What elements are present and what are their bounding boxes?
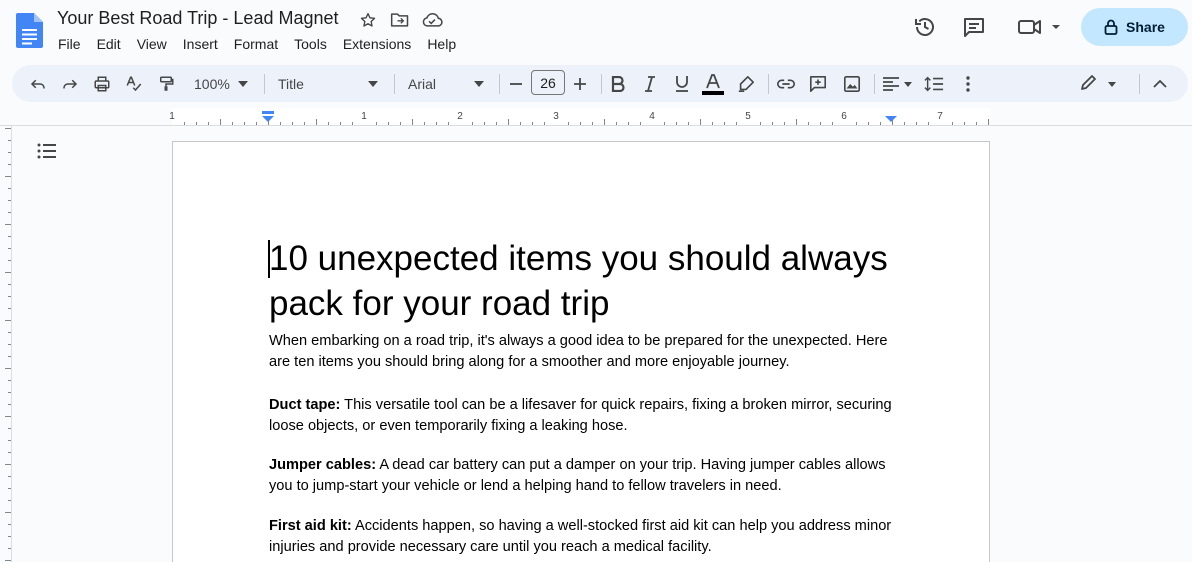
item-name: Jumper cables: — [269, 457, 377, 473]
zoom-select[interactable]: 100% — [190, 65, 252, 102]
menu-bar: File Edit View Insert Format Tools Exten… — [50, 34, 464, 54]
vertical-ruler[interactable] — [0, 126, 12, 562]
list-item[interactable]: First aid kit: Accidents happen, so havi… — [269, 516, 909, 558]
add-comment-icon[interactable] — [806, 65, 830, 102]
list-item[interactable]: Duct tape: This versatile tool can be a … — [269, 395, 909, 437]
item-text: This versatile tool can be a lifesaver f… — [269, 397, 892, 434]
ruler-label: 3 — [553, 111, 559, 122]
chevron-down-icon — [474, 80, 484, 87]
comments-icon[interactable] — [956, 9, 992, 45]
ruler-label: 5 — [745, 111, 751, 122]
menu-format[interactable]: Format — [226, 34, 286, 54]
ruler-label: 2 — [457, 111, 463, 122]
line-spacing-icon[interactable] — [922, 65, 946, 102]
text-color-icon[interactable] — [700, 65, 726, 102]
menu-extensions[interactable]: Extensions — [335, 34, 419, 54]
undo-icon[interactable] — [26, 65, 50, 102]
paragraph-style-select[interactable]: Title — [274, 65, 382, 102]
chevron-down-icon — [368, 80, 378, 87]
font-value: Arial — [408, 75, 437, 92]
move-folder-icon[interactable] — [388, 9, 412, 31]
star-icon[interactable] — [356, 9, 380, 31]
share-label: Share — [1126, 19, 1165, 35]
item-text: Accidents happen, so having a well-stock… — [269, 518, 892, 555]
share-button[interactable]: Share — [1081, 8, 1188, 46]
redo-icon[interactable] — [58, 65, 82, 102]
ruler-label: 7 — [937, 111, 943, 122]
item-name: Duct tape: — [269, 397, 341, 413]
lock-icon — [1104, 19, 1118, 35]
zoom-value: 100% — [194, 75, 230, 92]
menu-edit[interactable]: Edit — [89, 34, 129, 54]
editing-mode-select[interactable] — [1076, 65, 1120, 102]
print-icon[interactable] — [90, 65, 114, 102]
menu-tools[interactable]: Tools — [286, 34, 335, 54]
item-name: First aid kit: — [269, 518, 352, 534]
collapse-menus-icon[interactable] — [1148, 65, 1172, 102]
menu-help[interactable]: Help — [419, 34, 464, 54]
paint-format-icon[interactable] — [154, 65, 178, 102]
ruler-label: 1 — [361, 111, 367, 122]
document-outline-icon[interactable] — [36, 140, 58, 162]
paragraph-style-value: Title — [278, 75, 304, 92]
underline-icon[interactable] — [670, 65, 694, 102]
menu-file[interactable]: File — [50, 34, 89, 54]
spellcheck-icon[interactable] — [122, 65, 146, 102]
align-left-icon — [883, 76, 912, 91]
italic-icon[interactable] — [638, 65, 662, 102]
docs-logo-icon[interactable] — [16, 13, 43, 48]
version-history-icon[interactable] — [907, 9, 943, 45]
decrease-font-size-icon[interactable] — [506, 65, 526, 102]
pencil-icon — [1081, 74, 1116, 90]
increase-font-size-icon[interactable] — [570, 65, 590, 102]
more-options-icon[interactable] — [956, 65, 980, 102]
bold-icon[interactable] — [606, 65, 630, 102]
font-size-input[interactable]: 26 — [531, 70, 565, 95]
cloud-saved-icon[interactable] — [420, 9, 444, 31]
insert-link-icon[interactable] — [774, 65, 798, 102]
document-title[interactable]: Your Best Road Trip - Lead Magnet — [57, 8, 339, 29]
ruler-label: 1 — [169, 111, 175, 122]
list-item[interactable]: Jumper cables: A dead car battery can pu… — [269, 455, 909, 497]
ruler-label: 4 — [649, 111, 655, 122]
document-heading[interactable]: 10 unexpected items you should always pa… — [269, 236, 909, 326]
intro-paragraph[interactable]: When embarking on a road trip, it's alwa… — [269, 331, 909, 373]
formatting-toolbar: 100% Title Arial — [12, 65, 1188, 102]
font-select[interactable]: Arial — [404, 65, 488, 102]
insert-image-icon[interactable] — [840, 65, 864, 102]
horizontal-ruler[interactable]: 1 1 2 3 4 5 6 7 — [0, 108, 1192, 126]
align-select[interactable] — [880, 65, 914, 102]
highlight-color-icon[interactable] — [734, 65, 758, 102]
chevron-down-icon — [238, 80, 248, 87]
ruler-label: 6 — [841, 111, 847, 122]
meet-call-button[interactable] — [1012, 9, 1064, 45]
menu-view[interactable]: View — [129, 34, 175, 54]
menu-insert[interactable]: Insert — [175, 34, 226, 54]
